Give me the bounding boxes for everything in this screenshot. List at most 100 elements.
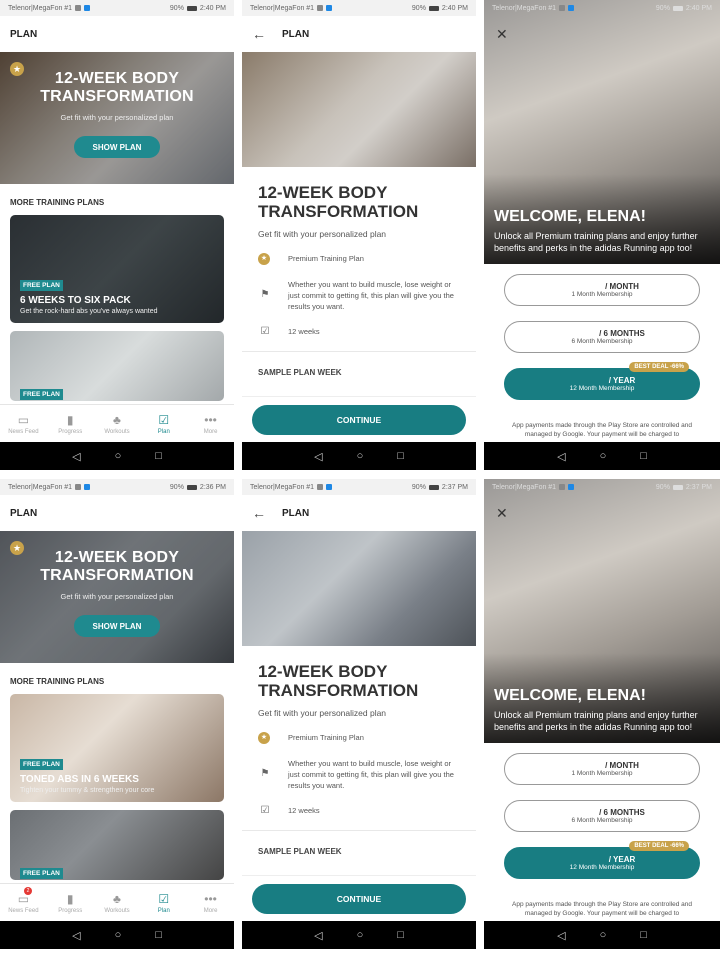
welcome-title: WELCOME, ELENA! — [494, 687, 646, 704]
status-bar: Telenor|MegaFon #1 90% 2:40 PM — [242, 0, 476, 16]
plan-card[interactable]: FREE PLAN 6 WEEKS TO SIX PACK Get the ro… — [10, 215, 224, 323]
system-nav-bar: ◁ ○ □ — [484, 921, 720, 949]
tab-progress[interactable]: ▮ Progress — [47, 405, 94, 442]
hero-title: 12-WEEK BODY TRANSFORMATION — [40, 549, 194, 584]
feature-text: 12 weeks — [288, 327, 320, 336]
nav-back-icon[interactable]: ◁ — [557, 929, 565, 942]
plan-option-yearly[interactable]: BEST DEAL -66% / YEAR 12 Month Membership — [504, 841, 700, 879]
tab-label: Progress — [58, 907, 83, 914]
checklist-icon: ☑ — [260, 326, 270, 337]
clock: 2:37 PM — [441, 483, 468, 491]
nav-recent-icon[interactable]: □ — [397, 929, 404, 941]
continue-button[interactable]: CONTINUE — [252, 404, 466, 435]
tab-news-feed[interactable]: ▭ 2 News Feed — [0, 884, 47, 921]
nav-recent-icon[interactable]: □ — [640, 929, 647, 941]
app-notification-icon — [568, 5, 575, 11]
nav-recent-icon[interactable]: □ — [640, 450, 647, 462]
plan-name: 1 Month Membership — [571, 291, 633, 298]
tab-news-feed[interactable]: ▭ News Feed — [0, 405, 47, 442]
clock: 2:40 PM — [685, 4, 712, 12]
signal-icon — [317, 5, 324, 11]
nav-home-icon[interactable]: ○ — [600, 450, 607, 462]
nav-home-icon[interactable]: ○ — [357, 450, 364, 462]
feature-text: Premium Training Plan — [288, 254, 364, 263]
bottom-tab-bar: ▭ News Feed ▮ Progress ♣ Workouts ☑ Plan •••… — [0, 404, 234, 442]
signal-icon — [559, 5, 566, 11]
best-deal-badge: BEST DEAL -66% — [629, 841, 689, 851]
plan-subtitle: Get fit with your personalized plan — [258, 229, 387, 239]
nav-recent-icon[interactable]: □ — [155, 929, 162, 941]
nav-home-icon[interactable]: ○ — [115, 450, 122, 462]
plan-card[interactable]: FREE PLAN TONED ABS IN 6 WEEKS Tighten y… — [10, 694, 224, 802]
plan-option-6-months[interactable]: / 6 MONTHS 6 Month Membership — [504, 321, 700, 353]
tab-plan[interactable]: ☑ Plan — [140, 884, 187, 921]
checklist-icon: ☑ — [260, 805, 270, 816]
close-icon[interactable]: ✕ — [496, 26, 508, 43]
status-bar: Telenor|MegaFon #1 90% 2:36 PM — [0, 479, 234, 495]
battery-percent: 90% — [169, 483, 184, 491]
promo-description: Unlock all Premium training plans and en… — [494, 231, 698, 253]
free-plan-badge: FREE PLAN — [20, 280, 63, 291]
plan-option-monthly[interactable]: / MONTH 1 Month Membership — [504, 753, 700, 785]
plan-card[interactable]: FREE PLAN — [10, 331, 224, 401]
screen-plan-detail-2: Telenor|MegaFon #1 90% 2:37 PM ← PLAN 12-W… — [242, 479, 476, 949]
nav-recent-icon[interactable]: □ — [397, 450, 404, 462]
tab-workouts[interactable]: ♣ Workouts — [94, 405, 141, 442]
promo-hero-image: ✕ WELCOME, ELENA! Unlock all Premium tra… — [484, 479, 720, 743]
nav-recent-icon[interactable]: □ — [155, 450, 162, 462]
status-bar: Telenor|MegaFon #1 90% 2:37 PM — [484, 479, 720, 495]
tab-workouts[interactable]: ♣ Workouts — [94, 884, 141, 921]
tab-progress[interactable]: ▮ Progress — [47, 884, 94, 921]
tab-plan[interactable]: ☑ Plan — [140, 405, 187, 442]
tab-label: Workouts — [104, 907, 130, 914]
nav-home-icon[interactable]: ○ — [600, 929, 607, 941]
nav-back-icon[interactable]: ◁ — [314, 450, 322, 463]
back-arrow-icon[interactable]: ← — [252, 505, 266, 521]
close-icon[interactable]: ✕ — [496, 505, 508, 522]
nav-back-icon[interactable]: ◁ — [72, 450, 80, 463]
featured-plan-hero[interactable]: ★ 12-WEEK BODY TRANSFORMATION Get fit wi… — [0, 52, 234, 184]
plan-icon: ☑ — [158, 891, 170, 906]
nav-back-icon[interactable]: ◁ — [314, 929, 322, 942]
more-icon: ••• — [204, 412, 217, 427]
carrier-label: Telenor|MegaFon #1 — [492, 483, 557, 491]
nav-back-icon[interactable]: ◁ — [557, 450, 565, 463]
page-title: PLAN — [282, 507, 310, 519]
plan-period: / 6 MONTHS — [599, 329, 645, 338]
plan-period: / YEAR — [608, 855, 636, 864]
carrier-label: Telenor|MegaFon #1 — [492, 4, 557, 12]
nav-home-icon[interactable]: ○ — [357, 929, 364, 941]
show-plan-button[interactable]: SHOW PLAN — [74, 615, 160, 637]
news-feed-icon: ▭ — [17, 412, 30, 427]
signal-icon — [75, 484, 82, 490]
signal-icon — [75, 5, 82, 11]
nav-home-icon[interactable]: ○ — [115, 929, 122, 941]
progress-icon: ▮ — [66, 891, 74, 906]
back-arrow-icon[interactable]: ← — [252, 26, 266, 42]
status-bar: Telenor|MegaFon #1 90% 2:40 PM — [484, 0, 720, 16]
featured-plan-hero[interactable]: ★ 12-WEEK BODY TRANSFORMATION Get fit wi… — [0, 531, 234, 663]
promo-hero-image: ✕ WELCOME, ELENA! Unlock all Premium tra… — [484, 0, 720, 264]
plan-period: / YEAR — [608, 376, 636, 385]
plan-option-6-months[interactable]: / 6 MONTHS 6 Month Membership — [504, 800, 700, 832]
free-plan-badge: FREE PLAN — [20, 759, 63, 770]
tab-label: News Feed — [8, 428, 39, 435]
app-notification-icon — [84, 484, 91, 490]
tab-more[interactable]: ••• More — [187, 405, 234, 442]
tab-more[interactable]: ••• More — [187, 884, 234, 921]
plan-card[interactable]: FREE PLAN — [10, 810, 224, 880]
continue-button[interactable]: CONTINUE — [252, 883, 466, 914]
nav-back-icon[interactable]: ◁ — [72, 929, 80, 942]
screen-premium-paywall-1: Telenor|MegaFon #1 90% 2:40 PM ✕ WELCOME,… — [484, 0, 720, 470]
plan-option-yearly[interactable]: BEST DEAL -66% / YEAR 12 Month Membership — [504, 362, 700, 400]
section-title: MORE TRAINING PLANS — [10, 677, 105, 686]
plan-icon: ☑ — [158, 412, 170, 427]
hero-subtitle: Get fit with your personalized plan — [60, 592, 174, 601]
signal-icon — [317, 484, 324, 490]
battery-percent: 90% — [655, 4, 670, 12]
plan-option-monthly[interactable]: / MONTH 1 Month Membership — [504, 274, 700, 306]
checkered-flag-icon: ⚑ — [260, 768, 270, 779]
feature-text: 12 weeks — [288, 806, 320, 815]
show-plan-button[interactable]: SHOW PLAN — [74, 136, 160, 158]
app-notification-icon — [326, 484, 333, 490]
